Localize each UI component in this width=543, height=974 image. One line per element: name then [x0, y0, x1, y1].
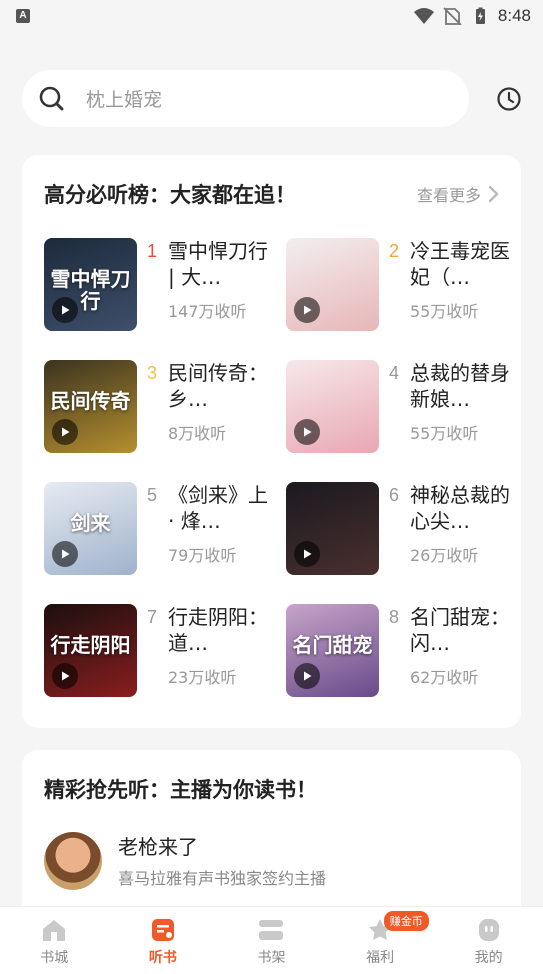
ranking-item[interactable]: 行走阴阳 7 行走阴阳：道… 23万收听 — [44, 604, 284, 700]
nav-label: 书城 — [40, 950, 69, 966]
see-more-label: 查看更多 — [416, 186, 481, 205]
earn-coins-badge: 赚金币 — [383, 911, 429, 931]
cover-title-art: 名门甜宠 — [292, 633, 373, 657]
ranking-title: 高分必听榜：大家都在追！ — [44, 183, 296, 207]
app-notification-icon: A — [16, 9, 30, 23]
book-cover[interactable]: 行走阴阳 — [44, 604, 137, 697]
rank-number: 5 — [147, 485, 158, 505]
play-icon[interactable] — [52, 419, 78, 445]
ranking-item[interactable]: 剑来 5 《剑来》上 · 烽… 79万收听 — [44, 482, 284, 578]
play-icon[interactable] — [294, 541, 320, 567]
listen-count: 8万收听 — [168, 424, 227, 443]
nav-tab-profile[interactable]: 我的 — [434, 907, 543, 974]
home-icon — [43, 920, 66, 941]
listen-count: 55万收听 — [410, 302, 479, 321]
book-cover[interactable]: 名门甜宠 — [286, 604, 379, 697]
ranking-header: 高分必听榜：大家都在追！ 查看更多 — [44, 179, 499, 209]
ranking-card: 高分必听榜：大家都在追！ 查看更多 雪中悍刀行 1 雪中悍刀行 | 大… 147万收听… — [22, 155, 521, 728]
search-row: 枕上婚宠 — [0, 70, 543, 128]
nav-tab-bookshelf[interactable]: 书架 — [217, 907, 326, 974]
anchors-header: 精彩抢先听：主播为你读书！ — [44, 774, 499, 804]
book-cover[interactable]: 民间传奇 — [44, 360, 137, 453]
nav-tab-rewards[interactable]: 福利 赚金币 — [326, 907, 435, 974]
play-icon[interactable] — [52, 541, 78, 567]
battery-icon — [475, 7, 485, 24]
book-title: 雪中悍刀行 | 大… — [168, 239, 268, 289]
book-title: 行走阴阳：道… — [168, 605, 268, 655]
book-cover[interactable] — [286, 238, 379, 331]
profile-icon — [478, 919, 499, 941]
nav-label: 福利 — [366, 950, 395, 966]
book-title: 总裁的替身新娘… — [410, 361, 510, 411]
anchor-description: 喜马拉雅有声书独家签约主播 — [118, 869, 327, 888]
cover-title-art: 剑来 — [70, 511, 111, 535]
listen-count: 62万收听 — [410, 668, 479, 687]
bottom-nav: 书城 听书 书架 福利 赚金币 我的 — [0, 906, 543, 974]
ranking-item[interactable]: 雪中悍刀行 1 雪中悍刀行 | 大… 147万收听 — [44, 238, 284, 334]
book-cover[interactable] — [286, 360, 379, 453]
listen-count: 55万收听 — [410, 424, 479, 443]
search-icon — [39, 86, 64, 110]
book-title: 《剑来》上 · 烽… — [168, 483, 268, 533]
listen-count: 26万收听 — [410, 546, 479, 565]
rank-number: 4 — [389, 363, 400, 383]
listen-count: 147万收听 — [168, 302, 247, 321]
bookshelf-icon — [259, 920, 284, 940]
rank-number: 2 — [389, 241, 400, 261]
anchor-name: 老枪来了 — [118, 835, 198, 859]
status-bar: A 8:48 — [0, 0, 543, 32]
history-clock-icon[interactable] — [496, 86, 522, 112]
book-cover[interactable]: 雪中悍刀行 — [44, 238, 137, 331]
chevron-right-icon — [488, 185, 499, 203]
ranking-item[interactable]: 民间传奇 3 民间传奇：乡… 8万收听 — [44, 360, 284, 456]
wifi-icon — [413, 8, 434, 24]
anchors-title: 精彩抢先听：主播为你读书！ — [44, 778, 317, 802]
avatar — [44, 832, 102, 890]
cover-title-art: 民间传奇 — [50, 389, 131, 413]
audiobook-icon — [151, 919, 174, 941]
book-cover[interactable]: 剑来 — [44, 482, 137, 575]
rank-number: 1 — [147, 241, 158, 261]
play-icon[interactable] — [294, 419, 320, 445]
ranking-item[interactable]: 6 神秘总裁的心尖… 26万收听 — [286, 482, 526, 578]
nav-tab-bookstore[interactable]: 书城 — [0, 907, 109, 974]
nav-label: 书架 — [257, 950, 286, 966]
ranking-item[interactable]: 名门甜宠 8 名门甜宠：闪… 62万收听 — [286, 604, 526, 700]
book-title: 神秘总裁的心尖… — [410, 483, 510, 533]
rank-number: 8 — [389, 607, 400, 627]
rank-number: 6 — [389, 485, 400, 505]
play-icon[interactable] — [294, 663, 320, 689]
search-placeholder: 枕上婚宠 — [86, 89, 163, 111]
book-title: 名门甜宠：闪… — [410, 605, 510, 655]
ranking-item[interactable]: 2 冷王毒宠医妃（… 55万收听 — [286, 238, 526, 334]
status-time: 8:48 — [497, 6, 531, 25]
book-cover[interactable] — [286, 482, 379, 575]
rank-number: 3 — [147, 363, 158, 383]
nav-tab-audiobooks[interactable]: 听书 — [109, 907, 218, 974]
ranking-item[interactable]: 4 总裁的替身新娘… 55万收听 — [286, 360, 526, 456]
book-title: 冷王毒宠医妃（… — [410, 239, 510, 289]
see-more-link[interactable]: 查看更多 — [417, 182, 499, 206]
listen-count: 79万收听 — [168, 546, 237, 565]
nav-label: 我的 — [474, 950, 503, 966]
no-sim-icon — [443, 7, 462, 25]
anchor-item[interactable]: 老枪来了 喜马拉雅有声书独家签约主播 — [44, 832, 326, 890]
book-title: 民间传奇：乡… — [168, 361, 268, 411]
rank-number: 7 — [147, 607, 158, 627]
listen-count: 23万收听 — [168, 668, 237, 687]
play-icon[interactable] — [52, 663, 78, 689]
cover-title-art: 行走阴阳 — [50, 633, 131, 657]
search-input[interactable]: 枕上婚宠 — [22, 70, 469, 127]
play-icon[interactable] — [52, 297, 78, 323]
nav-label: 听书 — [148, 950, 177, 966]
play-icon[interactable] — [294, 297, 320, 323]
